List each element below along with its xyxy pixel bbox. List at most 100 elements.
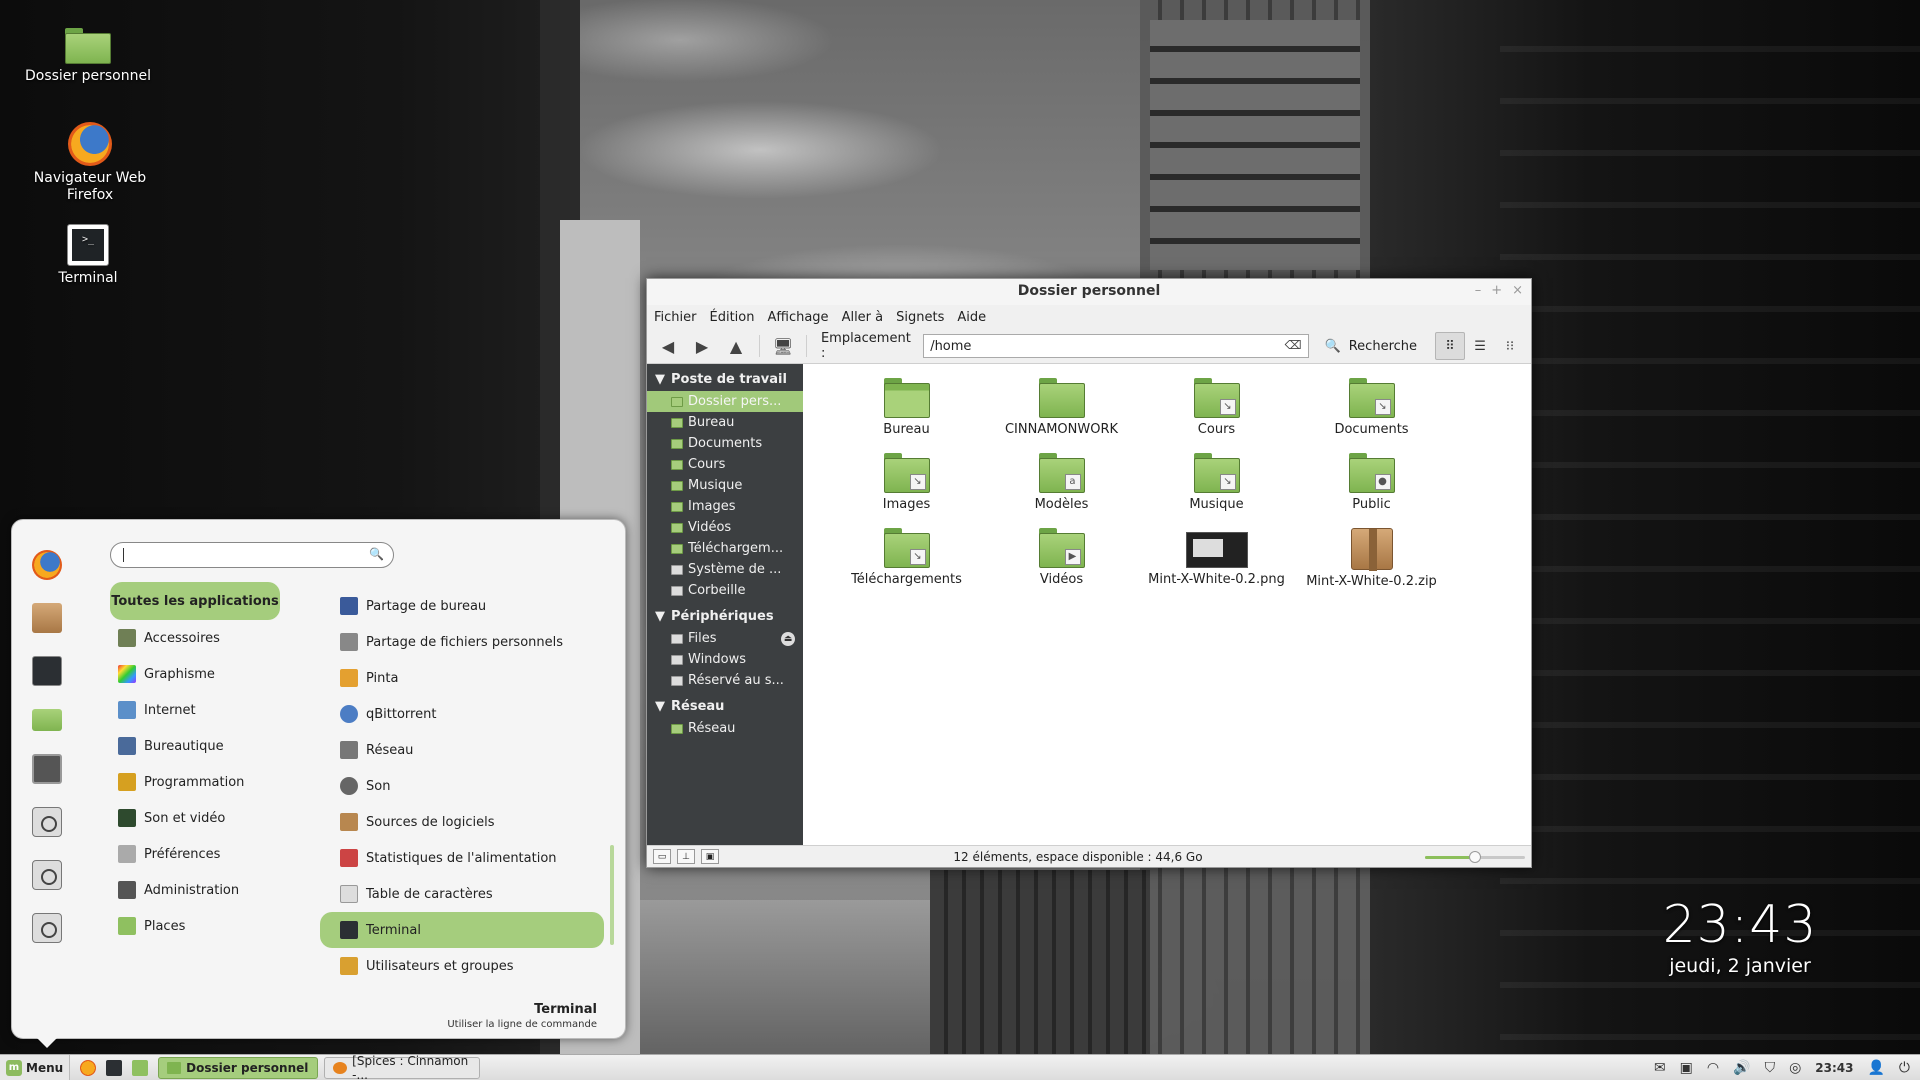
settings-icon[interactable] [32,754,62,784]
close-button[interactable]: × [1512,283,1523,298]
file-item-cours[interactable]: ↘ Cours [1139,378,1294,453]
app-item[interactable]: qBittorrent [320,696,604,732]
qbittorrent-icon[interactable]: ◎ [1789,1060,1801,1076]
show-places-button[interactable]: ▭ [653,849,671,864]
file-item-telechargements[interactable]: ↘ Téléchargements [829,528,984,603]
sidebar-section-header[interactable]: ▼ Réseau [647,695,803,718]
category-item[interactable]: Son et vidéo [110,800,290,836]
power-icon[interactable] [32,913,62,943]
app-list-scrollbar[interactable] [610,845,614,945]
folder-icon[interactable] [32,709,62,731]
eject-icon[interactable]: ⏏ [781,631,795,646]
zoom-slider[interactable] [1425,850,1525,864]
app-item[interactable]: Partage de fichiers personnels [320,624,604,660]
file-item-png[interactable]: Mint-X-White-0.2.png [1139,528,1294,603]
sidebar-item-bureau[interactable]: Bureau [647,412,803,433]
file-item-public[interactable]: ● Public [1294,453,1449,528]
app-item[interactable]: Réseau [320,732,604,768]
sidebar-item-systeme[interactable]: Système de ... [647,559,803,580]
app-item[interactable]: Sources de logiciels [320,804,604,840]
file-item-musique[interactable]: ↘ Musique [1139,453,1294,528]
zoom-slider-handle[interactable] [1469,850,1481,863]
file-item-cinnamonwork[interactable]: CINNAMONWORK [984,378,1139,453]
folder-icon[interactable] [132,1059,149,1076]
title-bar[interactable]: Dossier personnel – + × [647,279,1531,305]
menu-aide[interactable]: Aide [957,310,986,325]
desktop-icon-firefox[interactable]: Navigateur Web Firefox [20,122,160,204]
sidebar-item-reserve[interactable]: Réservé au s... [647,670,803,691]
category-item[interactable]: Préférences [110,836,290,872]
tree-view-button[interactable]: ⊥ [677,849,695,864]
wifi-icon[interactable]: ◠ [1707,1060,1719,1076]
sidebar-item-videos[interactable]: Vidéos [647,517,803,538]
menu-affichage[interactable]: Affichage [767,310,828,325]
file-item-modeles[interactable]: a Modèles [984,453,1139,528]
sidebar-item-reseau[interactable]: Réseau [647,718,803,739]
panel-clock[interactable]: 23:43 [1815,1061,1853,1075]
computer-button[interactable]: 🖥 [768,332,798,360]
lock-icon[interactable] [32,807,62,837]
menu-fichier[interactable]: Fichier [654,310,697,325]
sidebar-item-musique[interactable]: Musique [647,475,803,496]
mail-icon[interactable]: ✉ [1654,1060,1666,1076]
category-item[interactable]: Internet [110,692,290,728]
volume-icon[interactable]: 🔊 [1733,1060,1750,1076]
icon-view-button[interactable]: ⠿ [1435,332,1466,360]
sidebar-section-header[interactable]: ▼ Périphériques [647,605,803,628]
terminal-toggle-button[interactable]: ▣ [701,849,719,864]
maximize-button[interactable]: + [1491,283,1502,298]
category-item[interactable]: Programmation [110,764,290,800]
compact-view-button[interactable]: ⁝⁝ [1495,332,1525,360]
sidebar-item-home[interactable]: Dossier pers... [647,391,803,412]
sidebar-item-documents[interactable]: Documents [647,433,803,454]
location-input[interactable]: /home ⌫ [923,334,1309,358]
app-item[interactable]: Pinta [320,660,604,696]
app-item[interactable]: Statistiques de l'alimentation [320,840,604,876]
file-item-bureau[interactable]: Bureau [829,378,984,453]
desktop-icon-home[interactable]: Dossier personnel [18,28,158,85]
category-all-apps[interactable]: Toutes les applications [110,582,280,620]
sidebar-section-header[interactable]: ▼ Poste de travail [647,368,803,391]
sidebar-item-files[interactable]: Files ⏏ [647,628,803,649]
sidebar-item-corbeille[interactable]: Corbeille [647,580,803,601]
list-view-button[interactable]: ☰ [1465,332,1495,360]
menu-button[interactable]: m Menu [0,1054,71,1080]
category-item[interactable]: Accessoires [110,620,290,656]
forward-button[interactable]: ▶ [687,332,717,360]
package-icon[interactable] [32,603,62,633]
search-button[interactable]: 🔍 Recherche [1325,339,1417,354]
taskbar-item-file-manager[interactable]: Dossier personnel [158,1056,319,1079]
category-item[interactable]: Bureautique [110,728,290,764]
terminal-icon[interactable] [32,656,62,686]
menu-search-input[interactable]: 🔍 [110,542,394,568]
app-item[interactable]: Utilisateurs et groupes [320,948,604,984]
power-icon[interactable]: ⏻ [1899,1060,1910,1076]
clear-location-icon[interactable]: ⌫ [1285,338,1302,352]
file-view[interactable]: Bureau CINNAMONWORK ↘ Cours ↘ Documents ↘ I… [803,364,1531,845]
desktop-icon-terminal[interactable]: >_ Terminal [18,224,158,287]
sidebar-item-telechargements[interactable]: Téléchargem... [647,538,803,559]
category-item[interactable]: Graphisme [110,656,290,692]
sidebar-item-cours[interactable]: Cours [647,454,803,475]
file-item-videos[interactable]: ▶ Vidéos [984,528,1139,603]
app-item-selected[interactable]: Terminal [320,912,604,948]
app-item[interactable]: Table de caractères [320,876,604,912]
logout-icon[interactable] [32,860,62,890]
app-item[interactable]: Partage de bureau [320,588,604,624]
file-item-zip[interactable]: Mint-X-White-0.2.zip [1294,528,1449,603]
app-item[interactable]: Son [320,768,604,804]
firefox-icon[interactable] [32,550,62,580]
update-shield-icon[interactable]: ⛉ [1765,1060,1776,1076]
category-item[interactable]: Places [110,908,290,944]
menu-edition[interactable]: Édition [710,310,755,325]
file-item-documents[interactable]: ↘ Documents [1294,378,1449,453]
file-item-images[interactable]: ↘ Images [829,453,984,528]
notes-icon[interactable]: ▣ [1680,1060,1693,1076]
firefox-icon[interactable] [80,1059,97,1076]
taskbar-item-firefox[interactable]: [Spices : Cinnamon -... [324,1054,481,1080]
terminal-icon[interactable] [106,1059,123,1076]
up-button[interactable]: ▲ [721,332,751,360]
menu-aller-a[interactable]: Aller à [842,310,884,325]
menu-signets[interactable]: Signets [896,310,944,325]
sidebar-item-windows[interactable]: Windows [647,649,803,670]
